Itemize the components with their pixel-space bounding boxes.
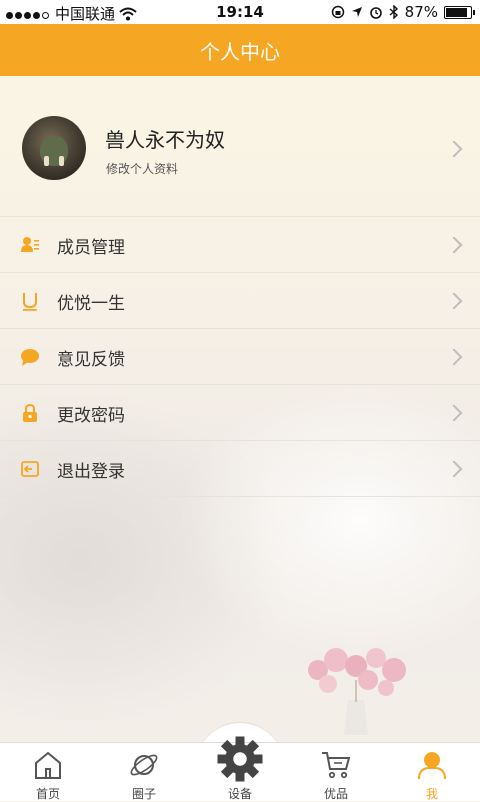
members-icon (21, 237, 39, 252)
tab-device[interactable]: 设备 (192, 736, 288, 801)
chevron-right-icon (445, 348, 463, 366)
flower-vase-decoration (308, 648, 406, 735)
rotation-lock-icon (331, 5, 344, 19)
chevron-right-icon (445, 236, 463, 254)
tab-products-label: 优品 (323, 787, 348, 801)
menu-label-members: 成员管理 (57, 238, 125, 258)
tab-circle[interactable]: 圈子 (96, 743, 192, 801)
chat-bubble-icon (21, 349, 39, 366)
chevron-right-icon (445, 460, 463, 478)
tab-device-label: 设备 (227, 787, 252, 801)
battery-percent: 87% (404, 3, 438, 21)
menu-item-members[interactable]: 成员管理 (0, 217, 480, 273)
menu-item-feedback[interactable]: 意见反馈 (0, 329, 480, 385)
menu-label-youyue: 优悦一生 (57, 294, 125, 314)
alarm-icon (369, 7, 382, 19)
avatar[interactable] (22, 116, 86, 180)
page-title: 个人中心 (200, 39, 280, 64)
edit-profile-link[interactable]: 修改个人资料 (106, 160, 178, 177)
status-bar: 中国联通 19:14 87% (0, 0, 480, 24)
tab-home-label: 首页 (35, 787, 60, 801)
profile-name: 兽人永不为奴 (105, 128, 225, 152)
battery-icon (444, 5, 475, 19)
home-icon (35, 751, 61, 779)
gear-icon (217, 736, 263, 782)
status-right: 87% (331, 3, 475, 21)
bluetooth-icon (389, 5, 398, 19)
chevron-right-icon (445, 140, 463, 158)
settings-menu: 成员管理 优悦一生 意见反馈 更改密码 退出登录 (0, 217, 480, 497)
chevron-right-icon (445, 404, 463, 422)
menu-item-youyue[interactable]: 优悦一生 (0, 273, 480, 329)
menu-label-logout: 退出登录 (57, 462, 125, 482)
tab-products[interactable]: 优品 (288, 743, 384, 801)
menu-item-logout[interactable]: 退出登录 (0, 441, 480, 497)
tab-me[interactable]: 我 (384, 743, 480, 801)
menu-item-password[interactable]: 更改密码 (0, 385, 480, 441)
tab-home[interactable]: 首页 (0, 743, 96, 801)
cart-icon (322, 752, 351, 779)
tab-me-label: 我 (425, 787, 438, 801)
lock-icon (23, 403, 37, 422)
location-arrow-icon (351, 7, 362, 17)
nav-bar: 个人中心 (0, 24, 480, 76)
planet-icon (130, 754, 158, 776)
profile-row[interactable]: 兽人永不为奴 修改个人资料 (0, 76, 480, 217)
menu-label-feedback: 意见反馈 (57, 350, 125, 370)
u-logo-icon (23, 293, 37, 311)
tab-circle-label: 圈子 (131, 787, 156, 801)
tab-bar: 首页 圈子 设备 优品 我 (0, 736, 480, 801)
user-icon (418, 752, 446, 780)
menu-label-password: 更改密码 (57, 406, 125, 426)
chevron-right-icon (445, 292, 463, 310)
logout-icon (21, 461, 39, 477)
